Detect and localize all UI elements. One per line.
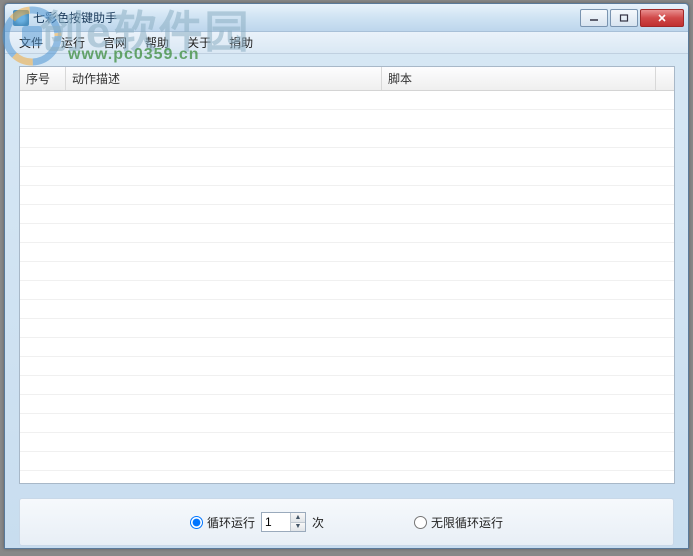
list-body[interactable] <box>20 91 674 484</box>
menubar: 文件 运行 官网 帮助 关于 捐助 <box>5 32 688 54</box>
column-header-desc[interactable]: 动作描述 <box>66 67 382 90</box>
menu-donate[interactable]: 捐助 <box>221 32 261 53</box>
list-row[interactable] <box>20 376 674 395</box>
action-list[interactable]: 序号 动作描述 脚本 <box>19 66 675 484</box>
list-row[interactable] <box>20 338 674 357</box>
menu-official[interactable]: 官网 <box>95 32 135 53</box>
column-header-seq[interactable]: 序号 <box>20 67 66 90</box>
finite-loop-group: 循环运行 ▲ ▼ 次 <box>190 512 324 532</box>
loop-count-input[interactable] <box>262 513 290 531</box>
client-area: 序号 动作描述 脚本 <box>5 54 688 556</box>
infinite-loop-group: 无限循环运行 <box>414 514 503 531</box>
finite-loop-label-suf[interactable]: 次 <box>312 514 324 531</box>
infinite-loop-label[interactable]: 无限循环运行 <box>431 514 503 531</box>
app-icon <box>13 10 29 26</box>
finite-loop-radio[interactable] <box>190 516 203 529</box>
menu-help[interactable]: 帮助 <box>137 32 177 53</box>
loop-count-spinner: ▲ ▼ <box>261 512 306 532</box>
list-row[interactable] <box>20 167 674 186</box>
column-header-pad <box>656 67 674 90</box>
column-header-script[interactable]: 脚本 <box>382 67 656 90</box>
list-row[interactable] <box>20 243 674 262</box>
list-header: 序号 动作描述 脚本 <box>20 67 674 91</box>
titlebar[interactable]: 七彩色按键助手 <box>5 4 688 32</box>
list-row[interactable] <box>20 433 674 452</box>
app-window: 七彩色按键助手 文件 运行 官网 帮助 关于 捐助 序号 动作描述 脚本 <box>4 3 689 549</box>
window-title: 七彩色按键助手 <box>33 9 580 26</box>
menu-run[interactable]: 运行 <box>53 32 93 53</box>
list-row[interactable] <box>20 357 674 376</box>
spinner-up-icon[interactable]: ▲ <box>291 513 305 523</box>
list-row[interactable] <box>20 91 674 110</box>
list-row[interactable] <box>20 414 674 433</box>
list-row[interactable] <box>20 205 674 224</box>
list-row[interactable] <box>20 300 674 319</box>
list-row[interactable] <box>20 148 674 167</box>
list-row[interactable] <box>20 281 674 300</box>
minimize-button[interactable] <box>580 9 608 27</box>
loop-panel: 循环运行 ▲ ▼ 次 无限循环运行 <box>19 498 674 546</box>
finite-loop-label-pre[interactable]: 循环运行 <box>207 514 255 531</box>
menu-about[interactable]: 关于 <box>179 32 219 53</box>
menu-file[interactable]: 文件 <box>11 32 51 53</box>
list-row[interactable] <box>20 452 674 471</box>
list-row[interactable] <box>20 129 674 148</box>
list-row[interactable] <box>20 224 674 243</box>
window-controls <box>580 9 684 27</box>
list-row[interactable] <box>20 319 674 338</box>
list-row[interactable] <box>20 395 674 414</box>
list-row[interactable] <box>20 110 674 129</box>
spinner-down-icon[interactable]: ▼ <box>291 523 305 532</box>
list-row[interactable] <box>20 186 674 205</box>
maximize-button[interactable] <box>610 9 638 27</box>
close-button[interactable] <box>640 9 684 27</box>
list-row[interactable] <box>20 262 674 281</box>
infinite-loop-radio[interactable] <box>414 516 427 529</box>
